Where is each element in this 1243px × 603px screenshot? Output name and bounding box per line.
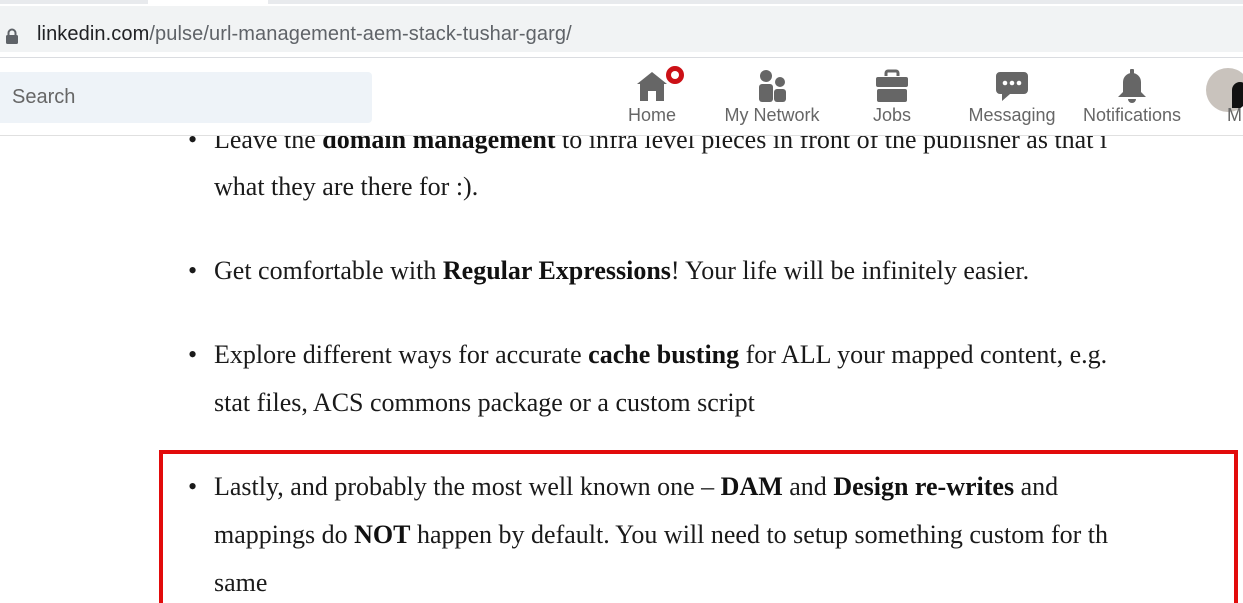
messaging-icon bbox=[996, 72, 1028, 101]
notification-badge bbox=[664, 64, 686, 86]
list-bullet: • bbox=[188, 256, 198, 285]
text-segment: to infra level pieces in front of the pu… bbox=[555, 136, 1108, 154]
highlight-annotation-box bbox=[159, 450, 1238, 603]
browser-address-bar: linkedin.com/pulse/url-management-aem-st… bbox=[0, 0, 1243, 58]
search-bar[interactable] bbox=[0, 72, 372, 123]
text-segment: what they are there for :). bbox=[214, 172, 479, 201]
briefcase-icon bbox=[876, 69, 908, 102]
search-input[interactable] bbox=[0, 72, 372, 123]
nav-jobs-label: Jobs bbox=[872, 105, 912, 125]
nav-home-label: Home bbox=[627, 105, 676, 125]
text-segment: Leave the bbox=[214, 136, 323, 154]
url-path: /pulse/url-management-aem-stack-tushar-g… bbox=[149, 23, 572, 45]
nav-my-network-label: My Network bbox=[724, 105, 820, 125]
nav-my-network[interactable]: My Network bbox=[712, 66, 832, 132]
network-icon bbox=[759, 70, 786, 102]
url-host: linkedin.com bbox=[37, 23, 150, 45]
text-segment: Explore different ways for accurate bbox=[214, 340, 589, 369]
lock-icon[interactable] bbox=[5, 28, 19, 44]
nav-home[interactable]: Home bbox=[612, 64, 692, 132]
bell-icon bbox=[1118, 69, 1146, 103]
list-bullet: • bbox=[188, 340, 198, 369]
text-segment: ! Your life will be infinitely easier. bbox=[670, 256, 1030, 285]
bold-text: domain management bbox=[322, 136, 556, 154]
list-bullet: • bbox=[188, 136, 198, 154]
active-tab-edge bbox=[148, 0, 268, 4]
list-item-line: stat files, ACS commons package or a cus… bbox=[214, 388, 755, 418]
text-segment: stat files, ACS commons package or a cus… bbox=[214, 388, 755, 417]
nav-messaging[interactable]: Messaging bbox=[962, 66, 1062, 132]
bold-text: Regular Expressions bbox=[442, 256, 671, 285]
list-item-line: Explore different ways for accurate cach… bbox=[214, 340, 1107, 370]
nav-messaging-label: Messaging bbox=[968, 105, 1056, 125]
list-item-line: Get comfortable with Regular Expressions… bbox=[214, 256, 1029, 286]
article-body: • Leave the domain management to infra le… bbox=[0, 136, 1243, 603]
list-item-line: what they are there for :). bbox=[214, 172, 478, 202]
bold-text: cache busting bbox=[588, 340, 740, 369]
list-item-line: Leave the domain management to infra lev… bbox=[214, 136, 1107, 155]
nav-me-label[interactable]: M bbox=[1227, 105, 1242, 126]
linkedin-global-nav: Home My Network Jobs Messaging bbox=[0, 58, 1243, 136]
text-segment: Get comfortable with bbox=[214, 256, 443, 285]
nav-jobs[interactable]: Jobs bbox=[852, 66, 932, 132]
nav-notifications-label: Notifications bbox=[1082, 105, 1182, 125]
url-field[interactable]: linkedin.com/pulse/url-management-aem-st… bbox=[0, 6, 1243, 52]
url-text[interactable]: linkedin.com/pulse/url-management-aem-st… bbox=[37, 23, 572, 46]
text-segment: for ALL your mapped content, e.g. bbox=[739, 340, 1108, 369]
nav-notifications[interactable]: Notifications bbox=[1077, 66, 1187, 132]
